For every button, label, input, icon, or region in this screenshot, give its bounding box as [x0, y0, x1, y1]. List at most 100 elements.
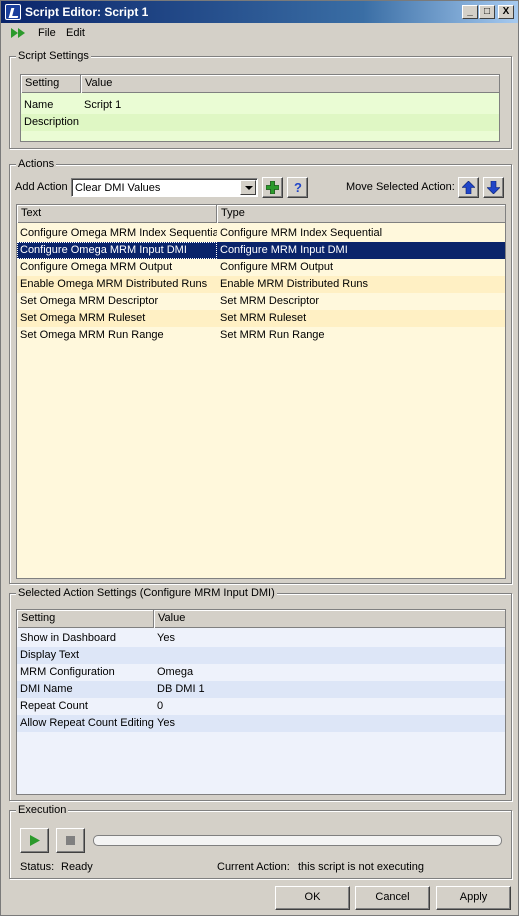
help-button[interactable]: ? — [287, 177, 308, 198]
setting-cell: Name — [24, 99, 54, 111]
move-down-button[interactable] — [483, 177, 504, 198]
action-text-cell: Configure Omega MRM Output — [20, 261, 173, 273]
value-cell: Yes — [157, 632, 175, 644]
stop-icon — [66, 836, 75, 845]
minimize-button[interactable]: _ — [462, 5, 478, 19]
value-cell — [81, 114, 481, 131]
table-row[interactable]: Allow Repeat Count Editing Yes — [17, 715, 505, 732]
value-cell: DB DMI 1 — [157, 683, 205, 695]
maximize-button[interactable]: □ — [479, 5, 495, 19]
table-header: Setting Value — [21, 75, 499, 93]
value-cell: Script 1 — [84, 99, 122, 111]
action-type-cell: Set MRM Descriptor — [220, 295, 320, 307]
column-header-setting[interactable]: Setting — [17, 610, 154, 628]
table-row[interactable]: Show in Dashboard Yes — [17, 630, 505, 647]
execution-progress-bar — [93, 835, 502, 846]
action-type-cell: Configure MRM Output — [220, 261, 334, 273]
table-row-selected[interactable]: Configure Omega MRM Input DMI Configure … — [17, 242, 505, 259]
play-icon — [30, 835, 40, 846]
table-row[interactable]: Display Text — [17, 647, 505, 664]
setting-cell: Description — [24, 116, 80, 128]
value-cell — [154, 647, 504, 664]
action-text-cell: Set Omega MRM Descriptor — [20, 295, 159, 307]
script-settings-group: Script Settings Setting Value Name Scrip… — [9, 50, 512, 149]
arrow-up-icon — [462, 181, 475, 194]
selected-action-settings-label: Selected Action Settings (Configure MRM … — [16, 587, 277, 599]
actions-table: Text Type Configure Omega MRM Index Sequ… — [16, 204, 506, 579]
setting-cell: Display Text — [20, 649, 80, 661]
setting-cell: Show in Dashboard — [20, 632, 117, 644]
column-header-type[interactable]: Type — [217, 205, 505, 223]
action-text-cell: Enable Omega MRM Distributed Runs — [20, 278, 208, 290]
chevron-down-icon[interactable] — [240, 180, 256, 195]
setting-cell: Repeat Count — [20, 700, 88, 712]
script-settings-table: Setting Value Name Script 1 Description — [20, 74, 500, 142]
actions-group: Actions Add Action Clear DMI Values ? Mo… — [9, 158, 512, 584]
add-action-value: Clear DMI Values — [75, 182, 161, 194]
help-icon: ? — [294, 180, 302, 195]
arrow-down-icon — [487, 181, 500, 194]
table-row[interactable]: Description — [21, 114, 499, 131]
table-header: Text Type — [17, 205, 505, 223]
status-value: Ready — [61, 861, 93, 873]
column-header-value[interactable]: Value — [154, 610, 505, 628]
column-header-text[interactable]: Text — [17, 205, 217, 223]
execution-label: Execution — [16, 804, 69, 816]
action-type-cell: Configure MRM Input DMI — [220, 244, 348, 256]
status-label: Status: — [20, 861, 55, 873]
execution-group: Execution Status: Ready Current Action: … — [9, 804, 512, 879]
add-action-label: Add Action — [15, 181, 68, 193]
menu-bar: File Edit — [1, 23, 518, 43]
setting-cell: MRM Configuration — [20, 666, 115, 678]
apply-button[interactable]: Apply — [436, 886, 511, 910]
value-cell: Yes — [157, 717, 175, 729]
action-type-cell: Set MRM Ruleset — [220, 312, 307, 324]
run-forward-icon[interactable] — [11, 28, 27, 38]
current-action-value: this script is not executing — [298, 861, 424, 873]
actions-label: Actions — [16, 158, 57, 170]
action-text-cell: Set Omega MRM Run Range — [20, 329, 164, 341]
table-row[interactable]: Set Omega MRM Ruleset Set MRM Ruleset — [17, 310, 505, 327]
add-action-button[interactable] — [262, 177, 283, 198]
window-title: Script Editor: Script 1 — [25, 5, 149, 19]
stop-button[interactable] — [56, 828, 85, 853]
table-row[interactable]: Configure Omega MRM Output Configure MRM… — [17, 259, 505, 276]
move-up-button[interactable] — [458, 177, 479, 198]
selected-action-settings-table: Setting Value Show in Dashboard Yes Disp… — [16, 609, 506, 795]
table-row[interactable]: Set Omega MRM Descriptor Set MRM Descrip… — [17, 293, 505, 310]
table-row[interactable]: DMI Name DB DMI 1 — [17, 681, 505, 698]
table-header: Setting Value — [17, 610, 505, 628]
value-cell: Omega — [157, 666, 194, 678]
table-row[interactable]: Repeat Count 0 — [17, 698, 505, 715]
column-header-setting[interactable]: Setting — [21, 75, 81, 93]
menu-edit[interactable]: Edit — [66, 27, 85, 39]
move-selected-action-label: Move Selected Action: — [346, 181, 455, 193]
setting-cell: DMI Name — [20, 683, 73, 695]
selected-action-settings-group: Selected Action Settings (Configure MRM … — [9, 587, 512, 801]
action-text-cell: Configure Omega MRM Index Sequential — [20, 227, 217, 239]
action-type-cell: Enable MRM Distributed Runs — [220, 278, 368, 290]
script-editor-window: Script Editor: Script 1 _ □ X File Edit … — [0, 0, 519, 916]
close-button[interactable]: X — [498, 5, 514, 19]
cancel-button[interactable]: Cancel — [355, 886, 430, 910]
add-icon — [266, 181, 279, 194]
action-text-cell: Configure Omega MRM Input DMI — [17, 242, 217, 259]
app-icon — [5, 4, 21, 20]
ok-button[interactable]: OK — [275, 886, 350, 910]
table-row[interactable]: Name Script 1 — [21, 97, 499, 114]
table-row[interactable]: Configure Omega MRM Index Sequential Con… — [17, 225, 505, 242]
menu-file[interactable]: File — [38, 27, 56, 39]
table-row[interactable]: Set Omega MRM Run Range Set MRM Run Rang… — [17, 327, 505, 344]
script-settings-label: Script Settings — [16, 50, 91, 62]
table-row[interactable]: Enable Omega MRM Distributed Runs Enable… — [17, 276, 505, 293]
column-header-value[interactable]: Value — [81, 75, 499, 93]
action-text-cell: Set Omega MRM Ruleset — [20, 312, 146, 324]
action-type-cell: Set MRM Run Range — [220, 329, 325, 341]
action-type-cell: Configure MRM Index Sequential — [220, 227, 383, 239]
play-button[interactable] — [20, 828, 49, 853]
setting-cell: Allow Repeat Count Editing — [20, 717, 154, 729]
title-bar[interactable]: Script Editor: Script 1 _ □ X — [1, 1, 518, 23]
table-row[interactable]: MRM Configuration Omega — [17, 664, 505, 681]
current-action-label: Current Action: — [217, 861, 290, 873]
add-action-select[interactable]: Clear DMI Values — [71, 178, 258, 197]
